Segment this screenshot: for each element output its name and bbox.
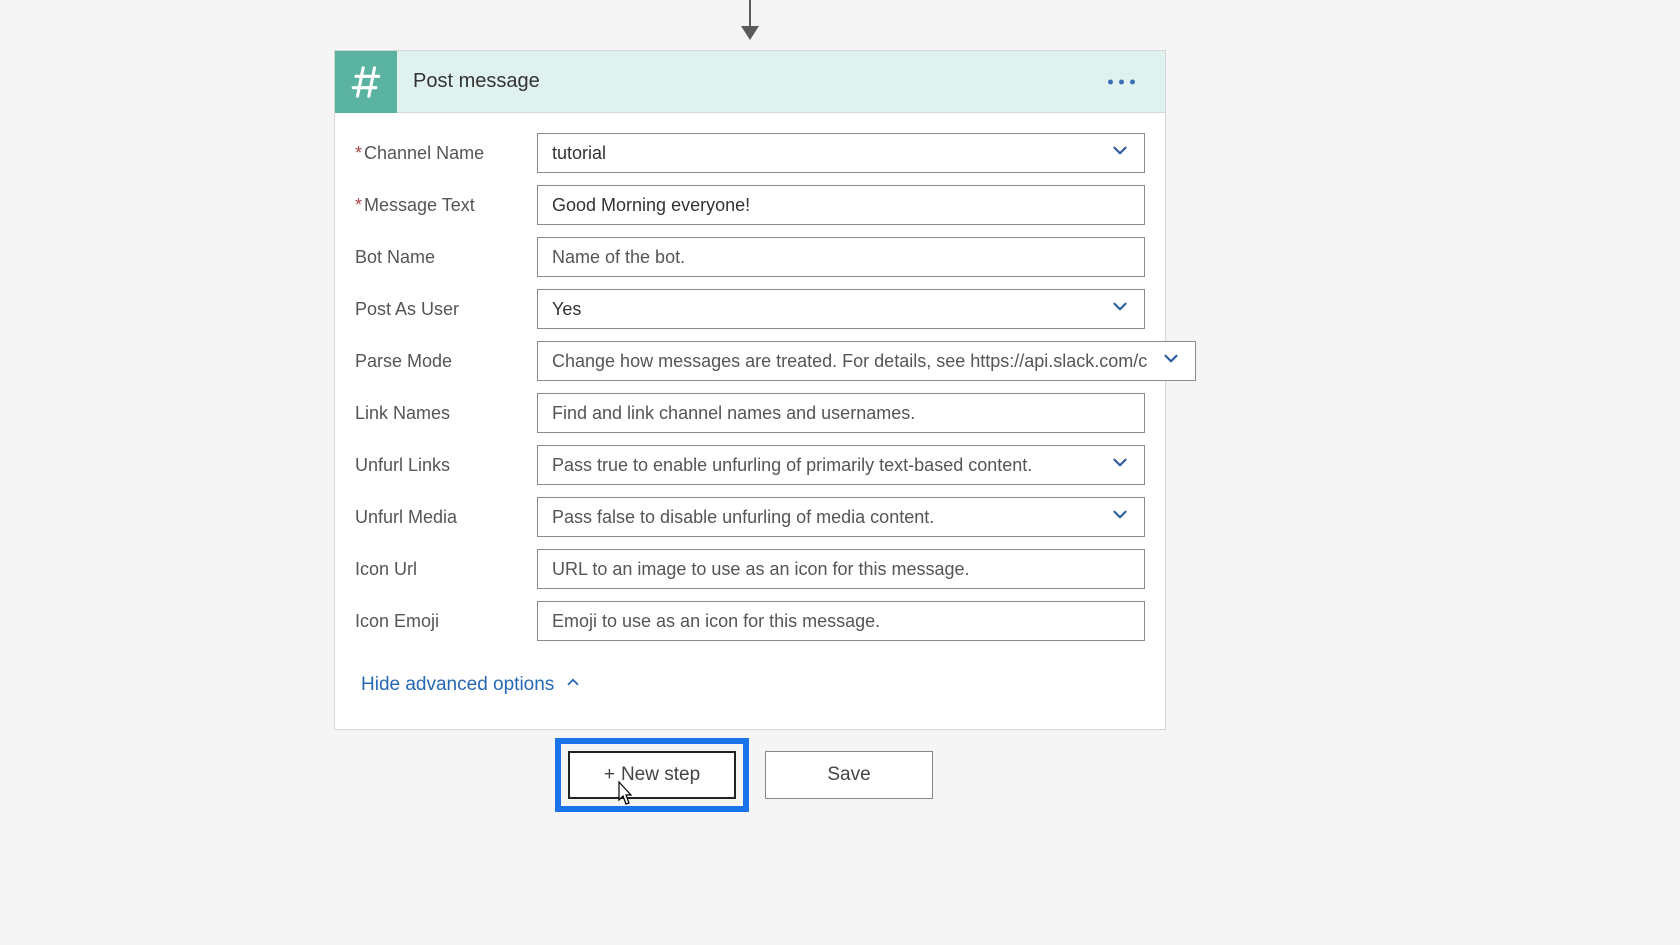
- advanced-toggle-label: Hide advanced options: [361, 674, 554, 696]
- new-step-label: New step: [621, 764, 700, 786]
- field-label: Parse Mode: [355, 351, 537, 372]
- field-label: Link Names: [355, 403, 537, 424]
- field-row-link-names: Link Names: [355, 393, 1145, 433]
- field-row-unfurl-media: Unfurl Media Pass false to disable unfur…: [355, 497, 1145, 537]
- field-label: Bot Name: [355, 247, 537, 268]
- plus-icon: +: [604, 764, 615, 786]
- post-as-user-select[interactable]: Yes: [537, 289, 1145, 329]
- field-label: Icon Emoji: [355, 611, 537, 632]
- bot-name-input[interactable]: [537, 237, 1145, 277]
- link-names-input[interactable]: [537, 393, 1145, 433]
- parse-mode-select[interactable]: Change how messages are treated. For det…: [537, 341, 1196, 381]
- new-step-button[interactable]: + New step: [568, 751, 736, 799]
- message-text-input[interactable]: [537, 185, 1145, 225]
- unfurl-links-select[interactable]: Pass true to enable unfurling of primari…: [537, 445, 1145, 485]
- field-row-message-text: *Message Text: [355, 185, 1145, 225]
- flow-arrow: [749, 0, 751, 38]
- slack-hash-icon: [335, 51, 397, 113]
- field-row-channel-name: *Channel Name tutorial: [355, 133, 1145, 173]
- unfurl-media-select[interactable]: Pass false to disable unfurling of media…: [537, 497, 1145, 537]
- save-button[interactable]: Save: [765, 751, 933, 799]
- field-label: Unfurl Links: [355, 455, 537, 476]
- field-row-icon-emoji: Icon Emoji: [355, 601, 1145, 641]
- field-row-unfurl-links: Unfurl Links Pass true to enable unfurli…: [355, 445, 1145, 485]
- field-row-bot-name: Bot Name: [355, 237, 1145, 277]
- more-options-icon[interactable]: [1102, 73, 1141, 90]
- field-row-post-as-user: Post As User Yes: [355, 289, 1145, 329]
- field-label: Post As User: [355, 299, 537, 320]
- card-title: Post message: [397, 70, 540, 93]
- field-label: *Message Text: [355, 195, 537, 216]
- field-label: Unfurl Media: [355, 507, 537, 528]
- icon-url-input[interactable]: [537, 549, 1145, 589]
- button-bar: + New step Save: [555, 738, 933, 812]
- card-body: *Channel Name tutorial *Message Text Bot…: [335, 113, 1165, 729]
- field-row-icon-url: Icon Url: [355, 549, 1145, 589]
- field-label: *Channel Name: [355, 143, 537, 164]
- card-header[interactable]: Post message: [335, 51, 1165, 113]
- channel-name-select[interactable]: tutorial: [537, 133, 1145, 173]
- field-row-parse-mode: Parse Mode Change how messages are treat…: [355, 341, 1145, 381]
- field-label: Icon Url: [355, 559, 537, 580]
- highlight-annotation: + New step: [555, 738, 749, 812]
- icon-emoji-input[interactable]: [537, 601, 1145, 641]
- action-card: Post message *Channel Name tutorial *Mes…: [334, 50, 1166, 730]
- chevron-up-icon: [564, 673, 582, 697]
- hide-advanced-options-toggle[interactable]: Hide advanced options: [355, 653, 582, 719]
